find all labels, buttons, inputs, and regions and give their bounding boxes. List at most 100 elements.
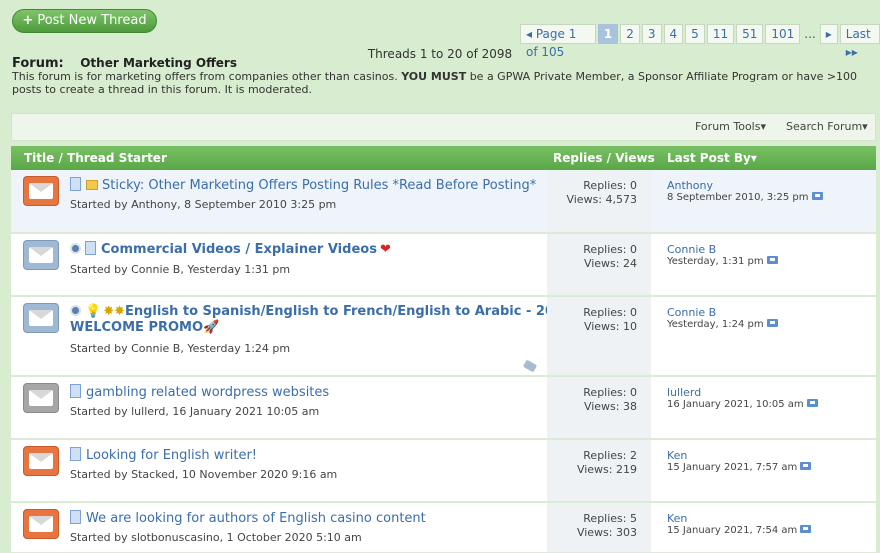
forum-name: Other Marketing Offers [80,56,237,70]
table-row: Commercial Videos / Explainer Videos ❤ St… [11,234,876,296]
page-link-101[interactable]: 101 [765,24,801,44]
forum-description: This forum is for marketing offers from … [12,70,858,96]
last-post: Ken 15 January 2021, 7:57 am [667,449,812,473]
last-post: Anthony 8 September 2010, 3:25 pm [667,179,823,203]
thread-title-link[interactable]: Sticky: Other Marketing Offers Posting R… [102,178,536,193]
sort-replies-link[interactable]: Replies / Views [553,151,655,165]
first-unread-icon[interactable] [70,243,81,254]
first-unread-icon[interactable] [70,305,81,316]
next-page-button[interactable]: ▸ [819,24,838,44]
last-post-date: 15 January 2021, 7:54 am [667,525,812,536]
heart-icon: ❤ [379,242,391,257]
sort-last-post-link[interactable]: Last Post By▾ [667,151,757,165]
pagination-ellipsis: ... [804,27,816,41]
page-link-11[interactable]: 11 [706,24,735,44]
thread-title-line-2: WELCOME PROMO🚀 [70,320,219,335]
thread-title-link[interactable]: We are looking for authors of English ca… [86,511,426,526]
last-post-user[interactable]: Ken [667,512,811,525]
thread-stats: Replies: 0 Views: 4,573 [547,170,651,232]
views-count: Views: 38 [583,400,637,413]
views-count: Views: 4,573 [566,193,637,206]
forum-label: Forum: [12,56,64,71]
page-indicator[interactable]: ◂ Page 1 of 105 [520,24,596,59]
page-link-51[interactable]: 51 [736,24,764,44]
last-page-button[interactable]: Last ▸▸ [839,24,880,59]
thread-starter: Started by slotbonuscasino, 1 October 20… [70,531,362,544]
replies-count: Replies: 0 [583,386,637,399]
table-row: Sticky: Other Marketing Offers Posting R… [11,170,876,233]
go-to-post-icon[interactable] [811,192,823,200]
forum-tools-bar: Forum Tools▾ Search Forum▾ [11,113,876,141]
page-link-3[interactable]: 3 [641,24,662,44]
replies-count: Replies: 2 [583,449,637,462]
document-icon [70,447,81,461]
tag-icon [522,359,538,373]
last-post-user[interactable]: Connie B [667,306,778,319]
folder-icon [86,180,98,190]
page-link-2[interactable]: 2 [620,24,640,44]
thread-status-icon [23,383,59,413]
thread-title-line: Looking for English writer! [70,447,257,463]
last-post: Connie B Yesterday, 1:24 pm [667,306,778,330]
last-post-user[interactable]: lullerd [667,386,818,399]
thread-list-header: Title / Thread Starter Replies / Views L… [11,146,876,170]
thread-stats: Replies: 5 Views: 303 [547,503,651,552]
go-to-post-icon[interactable] [766,319,778,327]
table-row: Looking for English writer! Started by S… [11,440,876,502]
thread-title-line: gambling related wordpress websites [70,384,329,400]
table-row: gambling related wordpress websites Star… [11,377,876,439]
page-link-5[interactable]: 5 [685,24,705,44]
thread-starter: Started by Connie B, Yesterday 1:31 pm [70,263,291,276]
thread-stats: Replies: 0 Views: 24 [547,234,651,295]
thread-title-link[interactable]: Looking for English writer! [86,448,257,463]
table-row: We are looking for authors of English ca… [11,503,876,553]
last-post-date: 8 September 2010, 3:25 pm [667,192,823,203]
thread-starter: Started by Anthony, 8 September 2010 3:2… [70,198,337,211]
sparkle-icon: ✸✸ [103,304,125,319]
replies-count: Replies: 0 [583,243,637,256]
views-count: Views: 24 [583,257,637,270]
replies-count: Replies: 0 [583,179,637,192]
document-icon [70,177,81,191]
last-post-user[interactable]: Anthony [667,179,823,192]
page-link-1[interactable]: 1 [597,24,619,44]
forum-title: Forum: Other Marketing Offers [12,56,237,71]
go-to-post-icon[interactable] [800,462,812,470]
last-post-date: 16 January 2021, 10:05 am [667,399,818,410]
table-row: 💡 ✸✸English to Spanish/English to French/… [11,297,876,376]
last-post-user[interactable]: Connie B [667,243,778,256]
search-forum-menu[interactable]: Search Forum▾ [786,120,868,133]
thread-title-link-cont[interactable]: WELCOME PROMO [70,320,203,335]
pagination: ◂ Page 1 of 105 1 2 3 4 5 11 51 101 ... … [520,24,880,59]
lightbulb-icon: 💡 [85,304,102,319]
thread-stats: Replies: 2 Views: 219 [547,440,651,501]
go-to-post-icon[interactable] [766,256,778,264]
replies-count: Replies: 0 [583,306,637,319]
last-post: Connie B Yesterday, 1:31 pm [667,243,778,267]
thread-starter: Started by Stacked, 10 November 2020 9:1… [70,468,338,481]
thread-status-icon [23,176,59,206]
sort-title-link[interactable]: Title / Thread Starter [24,151,167,165]
go-to-post-icon[interactable] [800,525,812,533]
thread-title-line: Sticky: Other Marketing Offers Posting R… [70,177,536,193]
replies-count: Replies: 5 [583,512,637,525]
page-link-4[interactable]: 4 [663,24,684,44]
views-count: Views: 303 [576,526,637,539]
forum-tools-menu[interactable]: Forum Tools▾ [695,120,766,133]
thread-starter: Started by lullerd, 16 January 2021 10:0… [70,405,320,418]
thread-status-icon [23,446,59,476]
thread-title-link[interactable]: English to Spanish/English to French/Eng… [125,304,572,319]
thread-title-link[interactable]: gambling related wordpress websites [86,385,329,400]
thread-status-icon [23,509,59,539]
rocket-icon: 🚀 [203,320,220,335]
views-count: Views: 219 [576,463,637,476]
last-post: Ken 15 January 2021, 7:54 am [667,512,812,536]
post-new-thread-button[interactable]: + Post New Thread [12,9,157,33]
last-post: lullerd 16 January 2021, 10:05 am [667,386,818,410]
go-to-post-icon[interactable] [806,399,818,407]
document-icon [70,384,81,398]
thread-title-link[interactable]: Commercial Videos / Explainer Videos [101,242,377,257]
last-post-user[interactable]: Ken [667,449,811,462]
thread-starter: Started by Connie B, Yesterday 1:24 pm [70,342,291,355]
thread-stats: Replies: 0 Views: 10 [547,297,651,375]
